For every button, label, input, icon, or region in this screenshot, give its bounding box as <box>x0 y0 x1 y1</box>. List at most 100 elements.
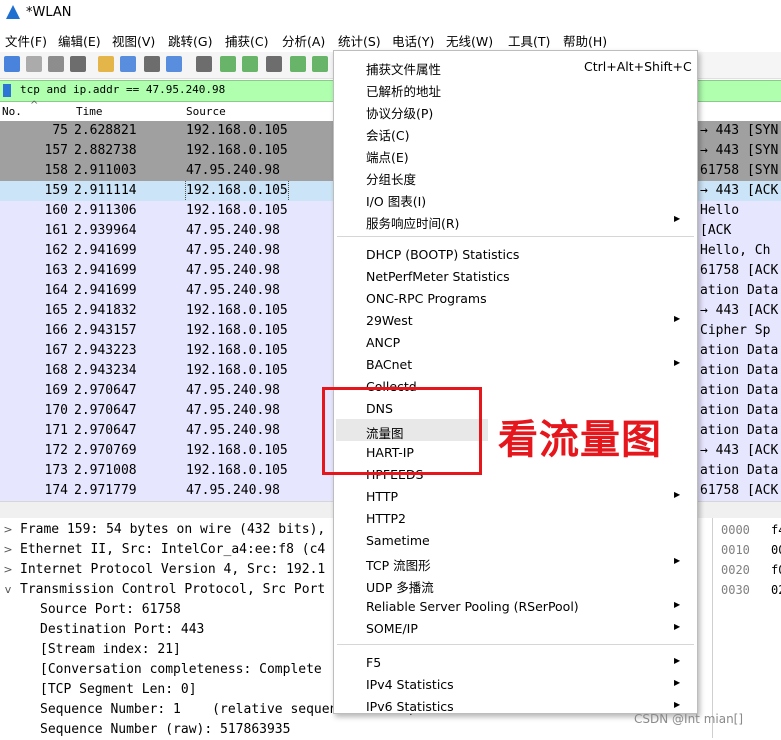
detail-line[interactable]: Sequence Number (raw): 517863935 <box>40 720 290 740</box>
stats-menu-item[interactable]: IPv4 Statistics <box>366 677 454 692</box>
menu-0[interactable]: 文件(F) <box>5 31 47 50</box>
cell-source: 47.95.240.98 <box>186 483 280 498</box>
cell-no: 158 <box>44 163 68 178</box>
forward-icon[interactable] <box>242 56 258 72</box>
shark-fin-start-icon[interactable] <box>4 56 20 72</box>
expand-arrow-icon[interactable]: > <box>3 523 13 536</box>
menu-10[interactable]: 帮助(H) <box>563 31 607 50</box>
stats-menu-item[interactable]: 29West <box>366 313 413 328</box>
close-file-icon[interactable] <box>144 56 160 72</box>
cell-time: 2.971779 <box>74 483 137 498</box>
stats-menu-item[interactable]: DHCP (BOOTP) Statistics <box>366 247 519 262</box>
display-filter-input[interactable]: tcp and ip.addr == 47.95.240.98 <box>20 83 225 96</box>
expand-arrow-icon[interactable]: > <box>3 563 13 576</box>
menu-1[interactable]: 编辑(E) <box>58 31 101 50</box>
stats-menu-item[interactable]: UDP 多播流 <box>366 577 434 596</box>
stats-menu-item[interactable]: 捕获文件属性 <box>366 59 441 78</box>
cell-info: Cipher Sp <box>700 323 771 338</box>
stats-menu-item[interactable]: BACnet <box>366 357 412 372</box>
cell-source: 47.95.240.98 <box>186 283 280 298</box>
stats-menu-item[interactable]: I/O 图表(I) <box>366 191 426 210</box>
stats-menu-item[interactable]: HTTP2 <box>366 511 406 526</box>
stats-menu-item[interactable]: 分组长度 <box>366 169 416 188</box>
filter-bookmark-icon[interactable] <box>3 84 11 97</box>
byte-hex: f0 <box>771 563 781 577</box>
stats-menu-item[interactable]: ANCP <box>366 335 400 350</box>
stats-menu-item[interactable]: TCP 流图形 <box>366 555 431 574</box>
detail-line[interactable]: Source Port: 61758 <box>40 600 181 620</box>
goto-icon[interactable] <box>266 56 282 72</box>
stats-menu-item[interactable]: 已解析的地址 <box>366 81 441 100</box>
cell-no: 159 <box>44 183 68 198</box>
submenu-arrow-icon: ▶ <box>674 600 681 609</box>
find-icon[interactable] <box>196 56 212 72</box>
stats-menu-item[interactable]: 端点(E) <box>366 147 409 166</box>
detail-line[interactable]: [TCP Segment Len: 0] <box>40 680 197 700</box>
restart-icon[interactable] <box>48 56 64 72</box>
menu-7[interactable]: 电话(Y) <box>392 31 434 50</box>
cell-time: 2.882738 <box>74 143 137 158</box>
cell-info: Hello, Ch <box>700 243 771 258</box>
cell-no: 174 <box>44 483 68 498</box>
cell-no: 157 <box>44 143 68 158</box>
detail-line[interactable]: Internet Protocol Version 4, Src: 192.1 <box>20 560 325 580</box>
stats-menu-item[interactable]: 协议分级(P) <box>366 103 433 122</box>
cell-info: ation Data <box>700 383 779 398</box>
cell-info: ation Data <box>700 343 779 358</box>
stats-menu-item[interactable]: 会话(C) <box>366 125 409 144</box>
menu-shortcut: Ctrl+Alt+Shift+C <box>584 59 692 74</box>
stats-menu-item[interactable]: Reliable Server Pooling (RSerPool) <box>366 599 579 614</box>
detail-line[interactable]: [Stream index: 21] <box>40 640 181 660</box>
cell-info: 61758 [ACK <box>700 483 779 498</box>
save-icon[interactable] <box>120 56 136 72</box>
cell-no: 171 <box>44 423 68 438</box>
reload-icon[interactable] <box>166 56 182 72</box>
menu-5[interactable]: 分析(A) <box>282 31 325 50</box>
stats-menu-item[interactable]: SOME/IP <box>366 621 418 636</box>
byte-offset: 0030 <box>721 583 750 597</box>
expand-arrow-icon[interactable]: v <box>3 583 13 596</box>
sort-arrow-icon: ^ <box>30 100 39 111</box>
cell-info: → 443 [ACK <box>700 443 779 458</box>
menu-2[interactable]: 视图(V) <box>112 31 155 50</box>
expand-arrow-icon[interactable]: > <box>3 543 13 556</box>
menu-9[interactable]: 工具(T) <box>508 31 550 50</box>
submenu-arrow-icon: ▶ <box>674 314 681 323</box>
menu-6[interactable]: 统计(S) <box>338 31 381 50</box>
detail-line[interactable]: Transmission Control Protocol, Src Port <box>20 580 325 600</box>
detail-line[interactable]: Frame 159: 54 bytes on wire (432 bits), <box>20 520 325 540</box>
stats-menu-item[interactable]: 服务响应时间(R) <box>366 213 459 232</box>
submenu-arrow-icon: ▶ <box>674 358 681 367</box>
back-icon[interactable] <box>220 56 236 72</box>
last-icon[interactable] <box>312 56 328 72</box>
menu-separator <box>337 236 694 237</box>
cell-no: 169 <box>44 383 68 398</box>
stats-menu-item[interactable]: ONC-RPC Programs <box>366 291 487 306</box>
stats-menu-item[interactable]: Sametime <box>366 533 430 548</box>
stats-menu-item[interactable]: NetPerfMeter Statistics <box>366 269 510 284</box>
cell-no: 162 <box>44 243 68 258</box>
menu-3[interactable]: 跳转(G) <box>168 31 212 50</box>
cell-no: 75 <box>52 123 68 138</box>
detail-line[interactable]: [Conversation completeness: Complete <box>40 660 322 680</box>
open-icon[interactable] <box>98 56 114 72</box>
menu-4[interactable]: 捕获(C) <box>225 31 268 50</box>
column-header-no[interactable]: No. <box>2 105 22 118</box>
detail-line[interactable]: Destination Port: 443 <box>40 620 204 640</box>
cell-time: 2.911114 <box>74 183 137 198</box>
detail-line[interactable]: Ethernet II, Src: IntelCor_a4:ee:f8 (c4 <box>20 540 325 560</box>
stop-icon[interactable] <box>26 56 42 72</box>
stats-menu-item[interactable]: HTTP <box>366 489 398 504</box>
stats-menu-item[interactable]: F5 <box>366 655 381 670</box>
cell-no: 161 <box>44 223 68 238</box>
cell-time: 2.970647 <box>74 423 137 438</box>
cell-source: 47.95.240.98 <box>186 163 280 178</box>
stats-menu-item[interactable]: IPv6 Statistics <box>366 699 454 714</box>
menu-8[interactable]: 无线(W) <box>446 31 493 50</box>
column-header-time[interactable]: Time <box>76 105 103 118</box>
first-icon[interactable] <box>290 56 306 72</box>
options-icon[interactable] <box>70 56 86 72</box>
statistics-menu-dropdown: 捕获文件属性 Ctrl+Alt+Shift+C 已解析的地址 协议分级(P) 会话(C)… <box>333 50 698 714</box>
column-header-source[interactable]: Source <box>186 105 226 118</box>
submenu-arrow-icon: ▶ <box>674 490 681 499</box>
